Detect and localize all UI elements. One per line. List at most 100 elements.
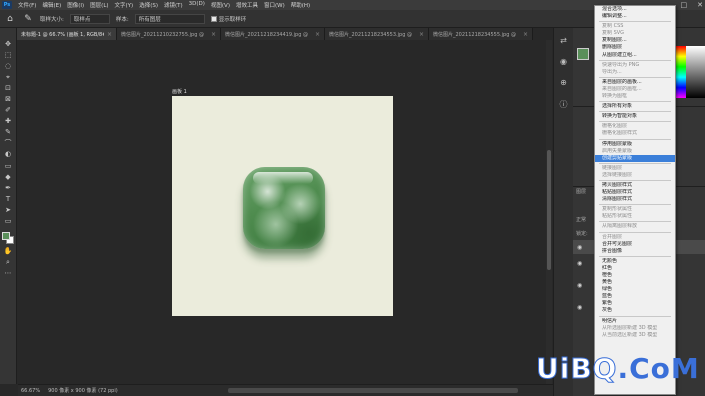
menu-item[interactable]: 窗口(W) bbox=[261, 1, 288, 9]
eye-icon[interactable]: ◉ bbox=[577, 304, 582, 311]
tool-icon[interactable]: ✎ bbox=[3, 129, 14, 137]
tool-icon[interactable]: ⊠ bbox=[3, 95, 14, 103]
tool-icon[interactable]: ▭ bbox=[3, 162, 14, 170]
menu-item[interactable]: 选择(S) bbox=[136, 1, 161, 9]
tool-icon[interactable]: ◆ bbox=[3, 173, 14, 181]
menu-item[interactable]: 3D(D) bbox=[186, 1, 208, 9]
context-menu-item[interactable]: 橙色 bbox=[595, 272, 675, 279]
context-menu-item[interactable]: 来自图层的画板... bbox=[595, 79, 675, 86]
vertical-scrollbar[interactable] bbox=[546, 40, 552, 384]
tab-close-icon[interactable]: × bbox=[419, 31, 424, 38]
context-menu-item[interactable]: 黄色 bbox=[595, 279, 675, 286]
context-menu-item[interactable]: 选择所有对象 bbox=[595, 103, 675, 110]
layers-tab[interactable]: 图层 bbox=[576, 188, 586, 195]
eye-icon[interactable]: ◉ bbox=[577, 260, 582, 267]
context-menu-item[interactable]: 无颜色 bbox=[595, 258, 675, 265]
tool-icon[interactable]: ➤ bbox=[3, 206, 14, 214]
context-menu-item[interactable]: 停用图层蒙版 bbox=[595, 141, 675, 148]
maximize-icon[interactable]: □ bbox=[681, 1, 688, 9]
menu-item[interactable]: 文字(Y) bbox=[112, 1, 137, 9]
tool-icon[interactable]: ⬚ bbox=[3, 51, 14, 59]
menu-item[interactable]: 文件(F) bbox=[15, 1, 39, 9]
context-menu-item: 导出为... bbox=[602, 68, 622, 75]
panel-toggle-icon[interactable]: ⇄ bbox=[560, 36, 567, 45]
context-menu-item[interactable]: 绿色 bbox=[595, 286, 675, 293]
panel-toggle-icon[interactable]: ⊕ bbox=[560, 78, 567, 87]
tool-icon[interactable]: ◌ bbox=[3, 62, 14, 70]
blend-mode-select[interactable]: 正常 bbox=[576, 216, 586, 223]
context-menu-item[interactable]: 合并可见图层 bbox=[595, 241, 675, 248]
close-icon[interactable]: ✕ bbox=[697, 1, 703, 9]
menu-separator bbox=[595, 220, 675, 223]
context-menu-item[interactable]: 蓝色 bbox=[595, 293, 675, 300]
tool-icon[interactable]: ⌖ bbox=[3, 73, 14, 81]
context-menu-item[interactable]: 创建剪贴蒙版 bbox=[595, 154, 675, 162]
context-menu-item[interactable]: 复制图层... bbox=[595, 37, 675, 44]
artboard[interactable] bbox=[172, 96, 393, 316]
sample-size-select[interactable]: 取样点 bbox=[69, 13, 110, 24]
menu-item[interactable]: 编辑(E) bbox=[39, 1, 64, 9]
color-swatches[interactable] bbox=[1, 231, 15, 245]
document-tab[interactable]: 微信图片_20211210232755.jpg @ × bbox=[117, 28, 221, 40]
context-menu-item[interactable]: 紫色 bbox=[595, 300, 675, 307]
home-icon[interactable]: ⌂ bbox=[4, 13, 16, 25]
context-menu-item[interactable]: 拼合图像 bbox=[595, 248, 675, 255]
document-tab[interactable]: 微信图片_20211218234555.jpg @ × bbox=[429, 28, 533, 40]
document-tabs: 未标题-1 @ 66.7% (画板 1, RGB/8#) * × 微信图片_2021… bbox=[17, 28, 553, 40]
tab-label: 微信图片_20211218234553.jpg @ bbox=[329, 31, 412, 38]
jade-square-shape[interactable] bbox=[243, 167, 325, 249]
zoom-readout[interactable]: 66.67% bbox=[21, 388, 40, 394]
menu-item[interactable]: 滤镜(T) bbox=[161, 1, 186, 9]
menu-item[interactable]: 视图(V) bbox=[208, 1, 233, 9]
tool-icon[interactable]: ⊡ bbox=[3, 84, 14, 92]
document-tab[interactable]: 微信图片_20211218234553.jpg @ × bbox=[325, 28, 429, 40]
horizontal-scrollbar[interactable] bbox=[228, 388, 518, 393]
show-ring-checkbox[interactable]: 显示取样环 bbox=[210, 15, 246, 23]
context-menu-item[interactable]: 编辑调整... bbox=[595, 13, 675, 20]
menu-item[interactable]: 图像(I) bbox=[64, 1, 87, 9]
menu-separator bbox=[595, 203, 675, 206]
context-menu-item[interactable]: 混合选项... bbox=[595, 6, 675, 13]
context-menu-item[interactable]: 拷贝图层样式 bbox=[595, 182, 675, 189]
eyedropper-icon[interactable]: ✎ bbox=[22, 13, 34, 25]
tab-close-icon[interactable]: × bbox=[523, 31, 528, 38]
sample-select[interactable]: 所有图层 bbox=[134, 13, 205, 24]
document-tab[interactable]: 未标题-1 @ 66.7% (画板 1, RGB/8#) * × bbox=[17, 28, 117, 40]
eye-icon[interactable]: ◉ bbox=[577, 244, 582, 251]
tool-icon[interactable]: ⌒ bbox=[3, 140, 14, 148]
context-menu-item[interactable]: 从图层建立组... bbox=[595, 52, 675, 59]
tool-icon[interactable]: ✒ bbox=[3, 184, 14, 192]
tool-icon[interactable]: ◐ bbox=[3, 151, 14, 159]
tools-panel: ✥ ⬚ ◌ ⌖ ⊡ ⊠ ✐ ✚ ✎ ⌒ ◐ ▭ ◆ ✒ T ➤ ▭ ✋ ⌕ ⋯ bbox=[0, 28, 17, 384]
menu-item[interactable]: 图层(L) bbox=[87, 1, 111, 9]
tool-icon[interactable]: ⋯ bbox=[3, 270, 14, 278]
document-tab[interactable]: 微信图片_20211218234419.jpg @ × bbox=[221, 28, 325, 40]
tool-icon[interactable]: ✚ bbox=[3, 118, 14, 126]
tab-close-icon[interactable]: × bbox=[211, 31, 216, 38]
tool-icon[interactable]: ✥ bbox=[3, 40, 14, 48]
tab-close-icon[interactable]: × bbox=[315, 31, 320, 38]
artboard-label[interactable]: 画板 1 bbox=[172, 88, 187, 95]
context-menu-item[interactable]: 明信片 bbox=[595, 318, 675, 325]
menu-item[interactable]: 增效工具 bbox=[233, 1, 261, 9]
color-brightness-bar[interactable] bbox=[686, 46, 705, 98]
menu-item[interactable]: 帮助(H) bbox=[288, 1, 313, 9]
tool-icon[interactable]: T bbox=[3, 195, 14, 203]
foreground-color[interactable] bbox=[1, 231, 10, 240]
context-menu-item[interactable]: 清除图层样式 bbox=[595, 196, 675, 203]
context-menu-item[interactable]: 灰色 bbox=[595, 307, 675, 314]
context-menu-item[interactable]: 删除图层 bbox=[595, 44, 675, 51]
eye-icon[interactable]: ◉ bbox=[577, 282, 582, 289]
tab-close-icon[interactable]: × bbox=[107, 31, 112, 38]
tool-icon[interactable]: ✐ bbox=[3, 107, 14, 115]
context-menu-item[interactable]: 转换为智能对象 bbox=[595, 113, 675, 120]
panel-toggle-icon[interactable]: ◉ bbox=[560, 57, 567, 66]
color-swatch[interactable] bbox=[577, 48, 589, 60]
context-menu-item[interactable]: 粘贴图层样式 bbox=[595, 189, 675, 196]
tool-icon[interactable]: ⌕ bbox=[3, 259, 14, 267]
panel-toggle-icon[interactable]: ⓘ bbox=[560, 99, 568, 110]
scrollbar-thumb[interactable] bbox=[547, 150, 551, 270]
context-menu-item[interactable]: 红色 bbox=[595, 265, 675, 272]
tool-icon[interactable]: ✋ bbox=[3, 248, 14, 256]
tool-icon[interactable]: ▭ bbox=[3, 218, 14, 226]
